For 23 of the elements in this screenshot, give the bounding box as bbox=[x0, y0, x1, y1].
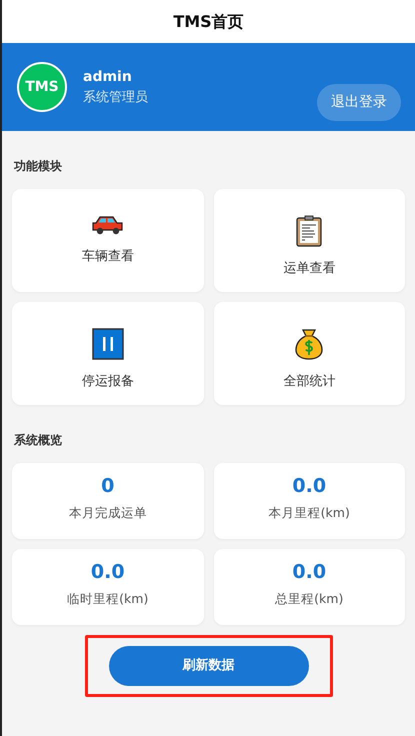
user-role: 系统管理员 bbox=[83, 88, 149, 107]
page-title: TMS首页 bbox=[173, 10, 244, 32]
car-icon bbox=[92, 215, 124, 235]
stat-label: 总里程(km) bbox=[275, 590, 344, 608]
stat-label: 本月完成运单 bbox=[68, 504, 147, 522]
section-title: 功能模块 bbox=[13, 158, 63, 175]
refresh-button[interactable]: 刷新数据 bbox=[108, 646, 308, 686]
module-card[interactable]: 停运报备 bbox=[12, 302, 204, 405]
avatar: TMS bbox=[17, 62, 67, 112]
stat-value: 0 bbox=[101, 475, 114, 498]
stat-label: 本月里程(km) bbox=[268, 504, 350, 522]
pause-icon bbox=[92, 328, 124, 360]
module-card[interactable]: 运单查看 bbox=[214, 189, 405, 292]
user-name: admin bbox=[83, 68, 133, 87]
stat-label: 临时里程(km) bbox=[67, 590, 148, 608]
money-bag-icon bbox=[295, 328, 324, 360]
module-card[interactable]: 全部统计 bbox=[214, 302, 405, 405]
stat-value: 0.0 bbox=[292, 475, 326, 498]
stat-value: 0.0 bbox=[90, 561, 125, 584]
section-title: 系统概览 bbox=[13, 432, 63, 449]
module-card[interactable]: 车辆查看 bbox=[12, 189, 204, 292]
clipboard-icon bbox=[296, 215, 322, 247]
stat-value: 0.0 bbox=[292, 561, 326, 584]
